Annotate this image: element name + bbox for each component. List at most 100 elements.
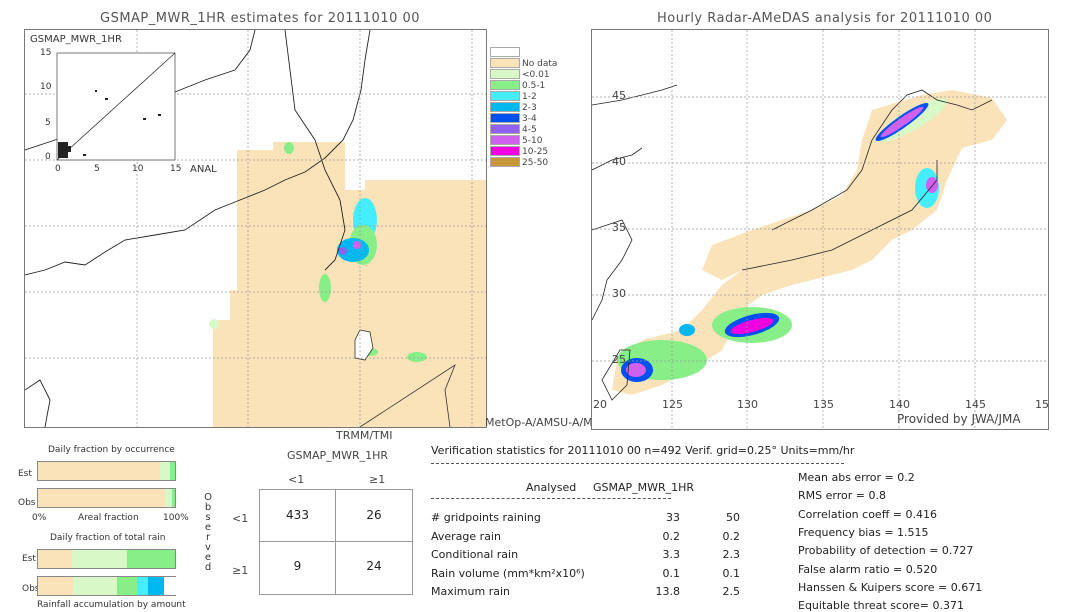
contingency-row-header: ≥1 — [232, 564, 249, 577]
legend-swatch — [490, 124, 520, 134]
contingency-cell: 26 — [366, 508, 382, 522]
lon-tick: 140 — [889, 398, 910, 411]
occurrence-est-bar — [37, 461, 176, 481]
total-rain-title: Daily fraction of total rain — [50, 533, 166, 543]
legend-swatch — [490, 102, 520, 112]
rain-blob — [339, 247, 347, 255]
contingency-col-header: <1 — [288, 473, 305, 486]
occurrence-title: Daily fraction by occurrence — [48, 445, 175, 455]
verification-est: 2.5 — [722, 585, 741, 598]
right-map-title: Hourly Radar-AMeDAS analysis for 2011101… — [657, 11, 993, 26]
left-map-title: GSMAP_MWR_1HR estimates for 20111010 00 — [100, 11, 421, 26]
col-estimate: GSMAP_MWR_1HR — [593, 481, 695, 494]
legend-label: 3-4 — [522, 114, 537, 124]
lon-tick: 145 — [965, 398, 986, 411]
verification-est: 0.2 — [722, 529, 741, 543]
bar-segment-05-1 — [172, 489, 175, 507]
verification-est: 0.1 — [722, 566, 741, 580]
verification-est: 2.3 — [722, 548, 741, 561]
rain-blob — [284, 142, 294, 154]
verification-score: Frequency bias = 1.515 — [798, 525, 929, 539]
color-legend: No data <0.01 0.5-1 1-2 2-3 3-4 4-5 5-10 10-25 25… — [490, 47, 557, 168]
verification-score: Correlation coeff = 0.416 — [798, 507, 937, 521]
bar-segment-nodata — [38, 462, 160, 480]
verification-header: Verification statistics for 20111010 00 … — [431, 444, 855, 457]
data-credit: Provided by JWA/JMA — [897, 412, 1021, 426]
verification-analysed: 0.2 — [662, 529, 681, 543]
total-rain-est-label: Est — [22, 554, 36, 564]
right-map: 45 40 35 30 25 20 125 130 135 140 145 15… — [591, 29, 1049, 430]
inset-xtick: 15 — [170, 164, 182, 174]
legend-swatch — [490, 58, 520, 68]
occurrence-obs-label: Obs — [18, 498, 36, 508]
rain-blob — [319, 274, 331, 302]
verification-label: Conditional rain — [431, 548, 519, 561]
lat-tick: 25 — [612, 353, 626, 366]
verification-score: Probability of detection = 0.727 — [798, 544, 974, 558]
lat-tick: 30 — [612, 287, 626, 300]
right-map-canvas — [592, 30, 1048, 429]
verification-score: Mean abs error = 0.2 — [798, 471, 915, 484]
coastline — [25, 379, 51, 427]
legend-label: 2-3 — [522, 103, 537, 113]
rain-blob — [407, 352, 427, 362]
verification-est: 50 — [726, 511, 740, 524]
inset-ytick: 10 — [40, 82, 52, 92]
sensor-label-metop: MetOp-A/AMSU-A/M — [485, 416, 593, 429]
lat-tick: 40 — [612, 155, 626, 168]
legend-swatch — [490, 157, 520, 167]
bar-segment-lt001 — [72, 577, 117, 595]
verification-analysed: 3.3 — [662, 548, 681, 561]
rain-blob — [209, 319, 219, 329]
legend-swatch — [490, 146, 520, 156]
contingency-cell: 9 — [293, 559, 302, 573]
contingency-cell: 433 — [286, 508, 309, 522]
coastline — [592, 84, 678, 106]
verification-label: # gridpoints raining — [431, 511, 541, 524]
divider — [431, 498, 671, 499]
lon-tick: 130 — [737, 398, 758, 411]
bar-segment-1-2 — [137, 577, 149, 595]
verification-analysed: 13.8 — [655, 585, 681, 598]
occurrence-axis-right: 100% — [163, 513, 189, 523]
total-rain-obs-bar — [37, 576, 176, 596]
observed-side-label: Observed — [203, 493, 213, 573]
inset-title: GSMAP_MWR_1HR — [30, 34, 122, 45]
inset-xtick: 5 — [94, 164, 100, 174]
sensor-label-trmm: TRMM/TMI — [336, 429, 393, 442]
lat-tick: 45 — [612, 89, 626, 102]
legend-swatch — [490, 135, 520, 145]
verification-score: RMS error = 0.8 — [798, 489, 886, 503]
occurrence-obs-bar — [37, 488, 176, 508]
legend-swatch — [490, 113, 520, 123]
legend-swatch — [490, 47, 520, 57]
inset-xlabel: ANAL — [190, 164, 217, 175]
verification-score: False alarm ratio = 0.520 — [798, 562, 938, 576]
legend-swatch — [490, 69, 520, 79]
lat-tick: 20 — [593, 398, 607, 411]
contingency-col-header: ≥1 — [369, 473, 386, 486]
legend-label: <0.01 — [522, 70, 550, 80]
verification-label: Rain volume (mm*km²x10⁶) — [431, 566, 585, 580]
bar-segment-nodata — [38, 489, 166, 507]
legend-label: 5-10 — [522, 136, 543, 146]
legend-label: 10-25 — [522, 147, 549, 157]
lon-tick: 135 — [813, 398, 834, 411]
legend-label: 4-5 — [522, 125, 537, 135]
bar-segment-nodata — [38, 577, 73, 595]
bar-segment-lt001 — [165, 489, 173, 507]
contingency-title: GSMAP_MWR_1HR — [287, 449, 389, 462]
bar-segment-lt001 — [159, 462, 170, 480]
legend-label: 0.5-1 — [522, 81, 546, 91]
verification-label: Maximum rain — [431, 585, 510, 598]
bar-segment-05-1 — [127, 550, 175, 568]
contingency-cell: 24 — [366, 559, 382, 573]
contingency-row-header: <1 — [232, 512, 249, 525]
contingency-grid: 433 26 9 24 — [259, 489, 413, 595]
occurrence-axis-left: 0% — [32, 513, 47, 523]
side-letter: d — [204, 562, 212, 573]
verification-analysed: 33 — [666, 511, 680, 524]
verification-score: Equitable threat score= 0.371 — [798, 599, 964, 612]
inset-ytick: 15 — [40, 48, 52, 58]
col-analysed: Analysed — [526, 481, 577, 494]
